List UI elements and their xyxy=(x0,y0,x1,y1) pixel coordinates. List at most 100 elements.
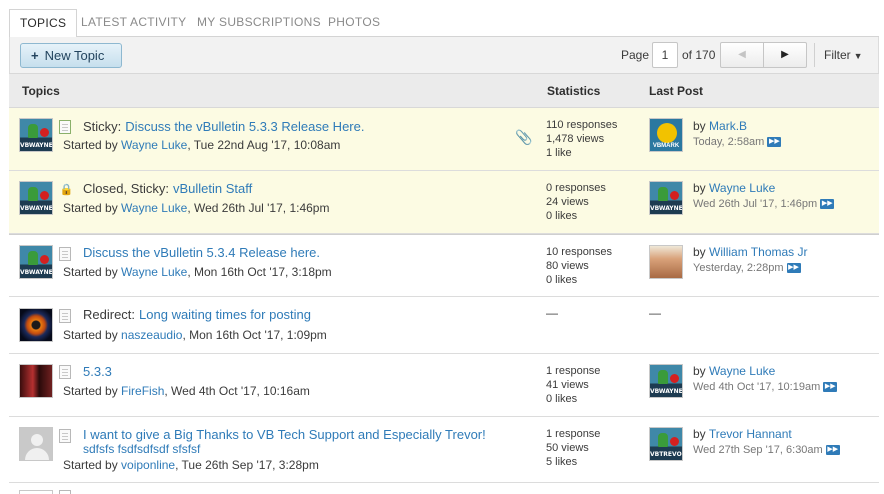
topic-title-line: Closed, Sticky: vBulletin Staff xyxy=(83,181,252,196)
author-link[interactable]: naszeaudio xyxy=(121,328,182,342)
last-post-avatar[interactable]: VBWAYNE xyxy=(649,364,683,398)
last-post-author-link[interactable]: Mark.B xyxy=(709,119,747,133)
view-count: 41 views xyxy=(546,379,589,391)
last-post-avatar[interactable]: VBTREVOR xyxy=(649,427,683,461)
last-post-avatar[interactable]: VBMARK xyxy=(649,118,683,152)
new-topic-label: New Topic xyxy=(44,48,105,63)
last-post-dash: — xyxy=(649,306,661,320)
author-link[interactable]: Wayne Luke xyxy=(121,201,187,215)
avatar[interactable]: VBWAYNE xyxy=(19,245,53,279)
last-post-author-link[interactable]: William Thomas Jr xyxy=(709,245,807,259)
topic-title-link[interactable]: I want to give a Big Thanks to VB Tech S… xyxy=(83,427,486,442)
by-label: by xyxy=(693,181,706,195)
author-link[interactable]: voiponline xyxy=(121,458,175,472)
doc-icon xyxy=(59,490,71,494)
last-post-time: Yesterday, 2:28pm xyxy=(693,262,784,274)
started-date: , Tue 22nd Aug '17, 10:08am xyxy=(187,138,341,152)
topic-started: Started by Wayne Luke, Tue 22nd Aug '17,… xyxy=(63,138,340,152)
next-page-button[interactable]: ▶ xyxy=(763,42,807,68)
topic-title-link[interactable]: Discuss the vBulletin 5.3.4 Release here… xyxy=(83,245,320,260)
avatar[interactable] xyxy=(19,308,53,342)
last-post-by: by Mark.B xyxy=(693,119,747,133)
tab-my-subscriptions[interactable]: MY SUBSCRIPTIONS xyxy=(187,9,331,37)
topic-title-link[interactable]: vBulletin Staff xyxy=(173,181,252,196)
topic-tabs: TOPICS LATEST ACTIVITY MY SUBSCRIPTIONS … xyxy=(9,9,879,38)
paperclip-icon: 📎 xyxy=(515,129,533,145)
topic-prefix: Closed, Sticky: xyxy=(83,181,169,196)
last-post-date: Wed 4th Oct '17, 10:19am ▶▶ xyxy=(693,381,838,393)
topic-stats: 110 responses 1,478 views 1 like xyxy=(546,118,617,160)
stats-dash: — xyxy=(546,306,558,320)
previous-page-button[interactable]: ◀ xyxy=(720,42,764,68)
topic-title-line: Redirect: Long waiting times for posting xyxy=(83,307,311,322)
view-count: 24 views xyxy=(546,196,589,208)
topic-row xyxy=(9,483,879,494)
tab-latest-activity[interactable]: LATEST ACTIVITY xyxy=(71,9,196,37)
column-statistics: Statistics xyxy=(547,84,601,98)
author-link[interactable]: Wayne Luke xyxy=(121,265,187,279)
go-to-last-post-icon[interactable]: ▶▶ xyxy=(825,445,840,456)
like-count: 0 likes xyxy=(546,210,578,222)
topic-row: 5.3.3 Started by FireFish, Wed 4th Oct '… xyxy=(9,354,879,417)
doc-icon xyxy=(59,309,71,323)
by-label: by xyxy=(693,427,706,441)
avatar[interactable]: VBWAYNE xyxy=(19,181,53,215)
topic-title-link[interactable]: Discuss the vBulletin 5.3.3 Release Here… xyxy=(125,119,364,134)
started-date: , Mon 16th Oct '17, 3:18pm xyxy=(187,265,332,279)
topic-row: Redirect: Long waiting times for posting … xyxy=(9,297,879,354)
view-count: 1,478 views xyxy=(546,133,605,145)
started-date: , Mon 16th Oct '17, 1:09pm xyxy=(182,328,327,342)
last-post-avatar[interactable]: VBWAYNE xyxy=(649,181,683,215)
avatar[interactable] xyxy=(19,364,53,398)
column-topics: Topics xyxy=(22,84,60,98)
topic-list-header: Topics Statistics Last Post xyxy=(9,73,879,108)
avatar[interactable]: VBWAYNE xyxy=(19,118,53,152)
last-post-time: Wed 4th Oct '17, 10:19am xyxy=(693,381,821,393)
started-date: , Wed 4th Oct '17, 10:16am xyxy=(164,384,310,398)
doc-icon xyxy=(59,429,71,443)
last-post-author-link[interactable]: Trevor Hannant xyxy=(709,427,792,441)
started-by-label: Started by xyxy=(63,138,118,152)
started-by-label: Started by xyxy=(63,384,118,398)
response-count: 1 response xyxy=(546,365,601,377)
last-post-time: Today, 2:58am xyxy=(693,136,765,148)
topic-started: Started by FireFish, Wed 4th Oct '17, 10… xyxy=(63,384,310,398)
new-topic-button[interactable]: + New Topic xyxy=(20,43,122,68)
new-post-icon xyxy=(59,120,71,134)
go-to-last-post-icon[interactable]: ▶▶ xyxy=(823,382,838,393)
author-link[interactable]: FireFish xyxy=(121,384,164,398)
topic-stats: 10 responses 80 views 0 likes xyxy=(546,245,612,287)
go-to-last-post-icon[interactable]: ▶▶ xyxy=(767,137,782,148)
by-label: by xyxy=(693,245,706,259)
topic-started: Started by Wayne Luke, Mon 16th Oct '17,… xyxy=(63,265,332,279)
arrow-left-icon: ◀ xyxy=(738,49,746,60)
filter-button[interactable]: Filter ▼ xyxy=(824,48,863,62)
last-post-by: by Trevor Hannant xyxy=(693,427,792,441)
go-to-last-post-icon[interactable]: ▶▶ xyxy=(786,263,801,274)
topic-stats: 1 response 41 views 0 likes xyxy=(546,364,600,406)
topic-subtitle: sdfsfs fsdfsdfsdf sfsfsf xyxy=(83,442,201,456)
topic-row: VBWAYNE Discuss the vBulletin 5.3.4 Rele… xyxy=(9,234,879,297)
topic-row: VBWAYNE 🔒 Closed, Sticky: vBulletin Staff… xyxy=(9,171,879,234)
last-post-author-link[interactable]: Wayne Luke xyxy=(709,364,775,378)
started-by-label: Started by xyxy=(63,201,118,215)
last-post-author-link[interactable]: Wayne Luke xyxy=(709,181,775,195)
response-count: 0 responses xyxy=(546,182,606,194)
topic-title-link[interactable]: Long waiting times for posting xyxy=(139,307,311,322)
avatar[interactable] xyxy=(19,427,53,461)
topic-prefix: Redirect: xyxy=(83,307,136,322)
topic-stats: 1 response 50 views 5 likes xyxy=(546,427,600,469)
response-count: 110 responses xyxy=(546,119,618,131)
tab-topics[interactable]: TOPICS xyxy=(9,9,78,38)
go-to-last-post-icon[interactable]: ▶▶ xyxy=(820,199,835,210)
page-number-input[interactable]: 1 xyxy=(652,42,678,68)
page-label: Page xyxy=(621,48,650,62)
avatar[interactable] xyxy=(19,490,53,494)
topic-started: Started by naszeaudio, Mon 16th Oct '17,… xyxy=(63,328,327,342)
topic-title-link[interactable]: 5.3.3 xyxy=(83,364,112,379)
doc-icon xyxy=(59,365,71,379)
last-post-avatar[interactable] xyxy=(649,245,683,279)
last-post-date: Yesterday, 2:28pm ▶▶ xyxy=(693,262,801,274)
author-link[interactable]: Wayne Luke xyxy=(121,138,187,152)
tab-photos[interactable]: PHOTOS xyxy=(318,9,390,37)
